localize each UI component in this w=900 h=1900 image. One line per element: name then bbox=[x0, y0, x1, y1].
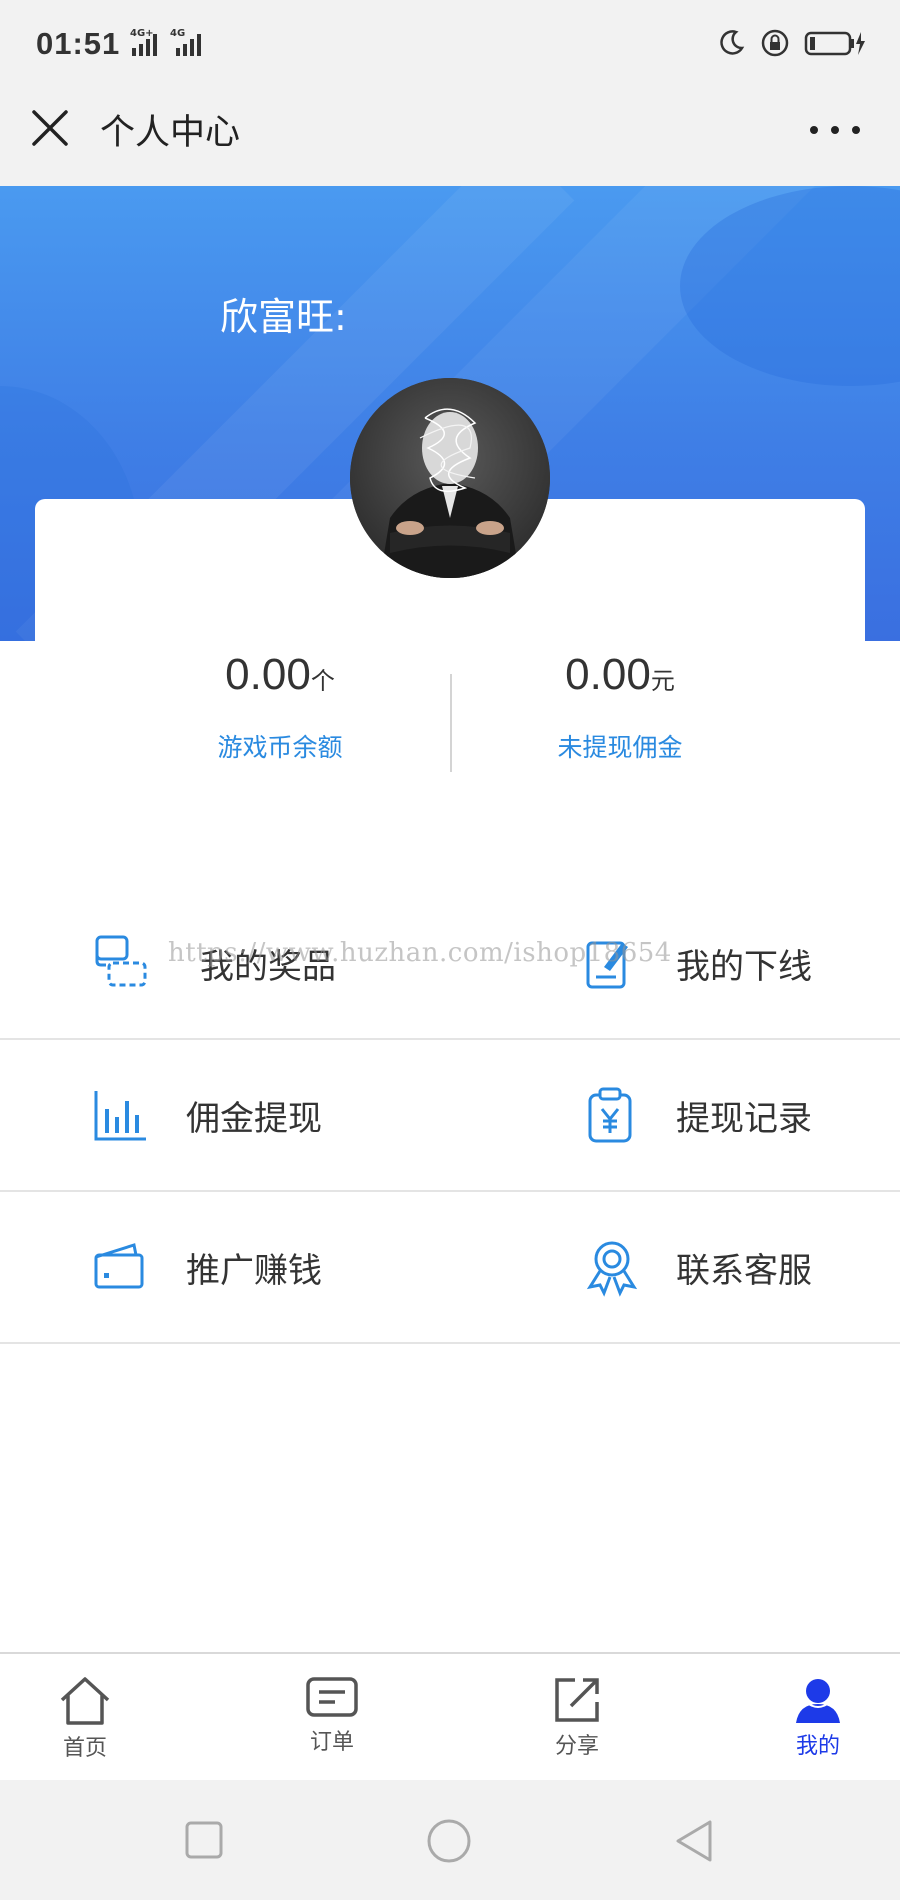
more-dot-icon bbox=[831, 126, 839, 134]
tab-mine[interactable]: 我的 bbox=[758, 1654, 878, 1780]
rotation-lock-icon bbox=[761, 29, 789, 57]
stats-section: 0.00个 游戏币余额 0.00元 未提现佣金 bbox=[0, 650, 900, 780]
home-icon bbox=[60, 1677, 110, 1725]
page-title: 个人中心 bbox=[100, 113, 241, 153]
status-icons bbox=[716, 28, 866, 58]
stat-unit: 个 bbox=[310, 667, 335, 695]
status-bar: 01:51 4G+ 4G bbox=[0, 0, 900, 90]
menu-label: 我的下线 bbox=[676, 946, 812, 987]
more-dot-icon bbox=[852, 126, 860, 134]
tab-share[interactable]: 分享 bbox=[517, 1654, 637, 1780]
bar-chart-icon bbox=[94, 1091, 146, 1141]
stat-label: 未提现佣金 bbox=[557, 733, 683, 762]
tab-home[interactable]: 首页 bbox=[25, 1654, 145, 1780]
game-coin-balance[interactable]: 0.00个 游戏币余额 bbox=[130, 650, 430, 764]
menu-label: 联系客服 bbox=[676, 1250, 812, 1291]
stat-divider bbox=[450, 674, 452, 772]
award-icon bbox=[586, 1241, 638, 1297]
bottom-tab-bar: 首页 订单 分享 我的 bbox=[0, 1652, 900, 1780]
signal-icon-2: 4G bbox=[170, 28, 201, 56]
more-dot-icon bbox=[810, 126, 818, 134]
menu-label: 推广赚钱 bbox=[186, 1250, 322, 1291]
moon-icon bbox=[720, 30, 745, 55]
share-icon bbox=[555, 1678, 599, 1722]
tab-label: 分享 bbox=[554, 1734, 599, 1759]
menu-withdraw[interactable]: 佣金提现 bbox=[92, 1040, 322, 1190]
tab-label: 订单 bbox=[309, 1730, 354, 1755]
message-icon bbox=[306, 1677, 358, 1717]
battery-icon bbox=[804, 31, 865, 56]
status-time: 01:51 bbox=[36, 26, 121, 61]
stat-value: 0.00 bbox=[565, 650, 651, 699]
prize-icon bbox=[95, 935, 147, 987]
unwithdrawn-commission[interactable]: 0.00元 未提现佣金 bbox=[470, 650, 770, 764]
home-nav-icon[interactable] bbox=[426, 1818, 472, 1864]
menu-row: 佣金提现 提现记录 bbox=[0, 1040, 900, 1192]
menu-withdraw-records[interactable]: 提现记录 bbox=[582, 1040, 812, 1190]
username: 欣富旺: bbox=[220, 295, 347, 339]
tab-label: 我的 bbox=[795, 1734, 840, 1759]
tab-orders[interactable]: 订单 bbox=[272, 1654, 392, 1780]
more-options-button[interactable] bbox=[810, 120, 860, 140]
menu-label: 佣金提现 bbox=[186, 1098, 322, 1139]
system-nav-bar bbox=[0, 1780, 900, 1900]
watermark: https://www.huzhan.com/ishop18654 bbox=[168, 938, 672, 968]
tab-label: 首页 bbox=[62, 1736, 107, 1761]
user-icon bbox=[796, 1679, 840, 1723]
avatar[interactable] bbox=[350, 378, 550, 578]
menu-label: 提现记录 bbox=[676, 1098, 812, 1139]
page: 01:51 4G+ 4G 个人中心 欣富旺: 0.00个 游戏币余额 0.00元… bbox=[0, 0, 900, 1900]
avatar-image bbox=[350, 378, 550, 578]
back-icon[interactable] bbox=[672, 1818, 716, 1864]
menu-contact-service[interactable]: 联系客服 bbox=[582, 1192, 812, 1342]
title-bar: 个人中心 bbox=[0, 90, 900, 186]
stat-label: 游戏币余额 bbox=[217, 733, 343, 762]
clipboard-yen-icon bbox=[588, 1087, 632, 1143]
menu-promote[interactable]: 推广赚钱 bbox=[92, 1192, 322, 1342]
recent-apps-icon[interactable] bbox=[184, 1820, 224, 1860]
stat-unit: 元 bbox=[650, 667, 675, 695]
stat-value: 0.00 bbox=[225, 650, 311, 699]
network-label-2: 4G bbox=[170, 28, 186, 39]
close-icon[interactable] bbox=[28, 106, 72, 150]
wallet-icon bbox=[94, 1243, 144, 1289]
network-label-1: 4G+ bbox=[130, 28, 154, 39]
menu-row: 推广赚钱 联系客服 bbox=[0, 1192, 900, 1344]
signal-icon-1: 4G+ bbox=[120, 28, 157, 56]
